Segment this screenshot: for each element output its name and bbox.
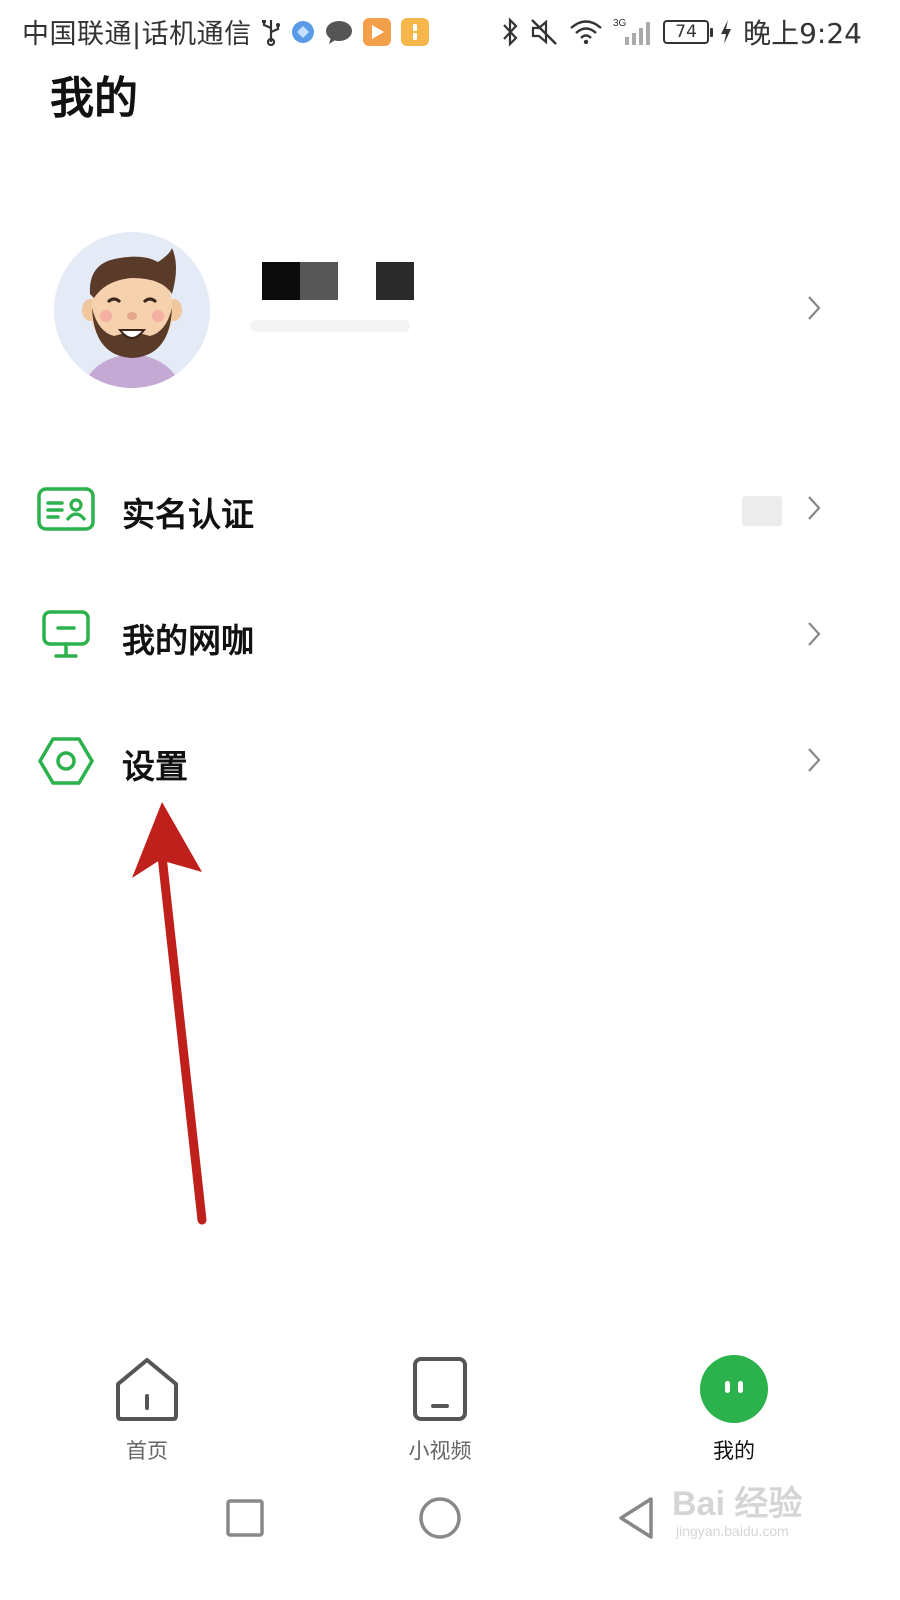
chevron-right-icon [806, 294, 822, 326]
video-app-icon [362, 17, 392, 47]
page-title: 我的 [50, 73, 138, 124]
home-circle-icon[interactable] [416, 1494, 464, 1542]
tab-label: 我的 [713, 1439, 755, 1463]
watermark: Bai 经验 jingyan.baidu.com [672, 1476, 872, 1556]
redacted-block [300, 262, 338, 300]
carrier-name: 中国联通|话机通信 [22, 19, 252, 50]
real-name-status-redacted [742, 496, 782, 526]
status-bar-left: 中国联通|话机通信 [22, 12, 430, 51]
bluetooth-icon [501, 17, 519, 47]
chevron-right-icon [806, 494, 822, 526]
back-triangle-icon[interactable] [612, 1494, 660, 1542]
menu-label: 实名认证 [122, 495, 254, 534]
monitor-icon [36, 610, 96, 660]
recent-apps-icon[interactable] [221, 1494, 269, 1542]
username-redacted [262, 262, 414, 300]
watermark-brand: Bai 经验 [672, 1485, 803, 1523]
profile-row[interactable] [0, 220, 900, 400]
phone-video-icon [404, 1353, 476, 1425]
redacted-block [262, 262, 300, 300]
tab-label: 小视频 [408, 1439, 472, 1463]
tab-label: 首页 [126, 1439, 168, 1463]
status-bar-right: 3G 74 晚上9:24 [501, 12, 862, 52]
wifi-icon [569, 18, 603, 46]
usb-icon [260, 18, 282, 46]
status-time: 晚上9:24 [743, 17, 862, 50]
browser-app-icon [290, 19, 316, 45]
avatar[interactable] [54, 232, 210, 388]
watermark-url: jingyan.baidu.com [676, 1523, 789, 1539]
chevron-right-icon [806, 746, 822, 778]
redacted-block [376, 262, 414, 300]
settings-hexagon-icon [36, 736, 96, 786]
notes-app-icon [400, 17, 430, 47]
menu-item-my-cafe[interactable]: 我的网咖 [0, 580, 900, 690]
profile-face-icon [698, 1353, 770, 1425]
charging-icon [719, 19, 733, 45]
tab-short-video[interactable]: 小视频 [360, 1345, 520, 1470]
chevron-right-icon [806, 620, 822, 652]
status-bar: 中国联通|话机通信 3G 74 晚上9:24 [0, 0, 900, 62]
id-card-icon [36, 484, 96, 534]
annotation-arrow [132, 802, 207, 1225]
menu-label: 我的网咖 [122, 621, 254, 660]
profile-subtitle-redacted [250, 320, 410, 332]
menu-item-real-name[interactable]: 实名认证 [0, 454, 900, 564]
mute-icon [529, 17, 559, 47]
battery-icon: 74 [663, 20, 714, 44]
bottom-nav: 首页 小视频 我的 [0, 1345, 900, 1470]
menu-label: 设置 [122, 747, 188, 786]
signal-icon: 3G [613, 17, 653, 47]
tab-mine[interactable]: 我的 [654, 1345, 814, 1470]
message-app-icon [324, 19, 354, 45]
home-icon [111, 1353, 183, 1425]
tab-home[interactable]: 首页 [67, 1345, 227, 1470]
battery-level: 74 [675, 22, 697, 42]
network-type-label: 3G [613, 18, 627, 29]
redacted-block [338, 262, 376, 300]
